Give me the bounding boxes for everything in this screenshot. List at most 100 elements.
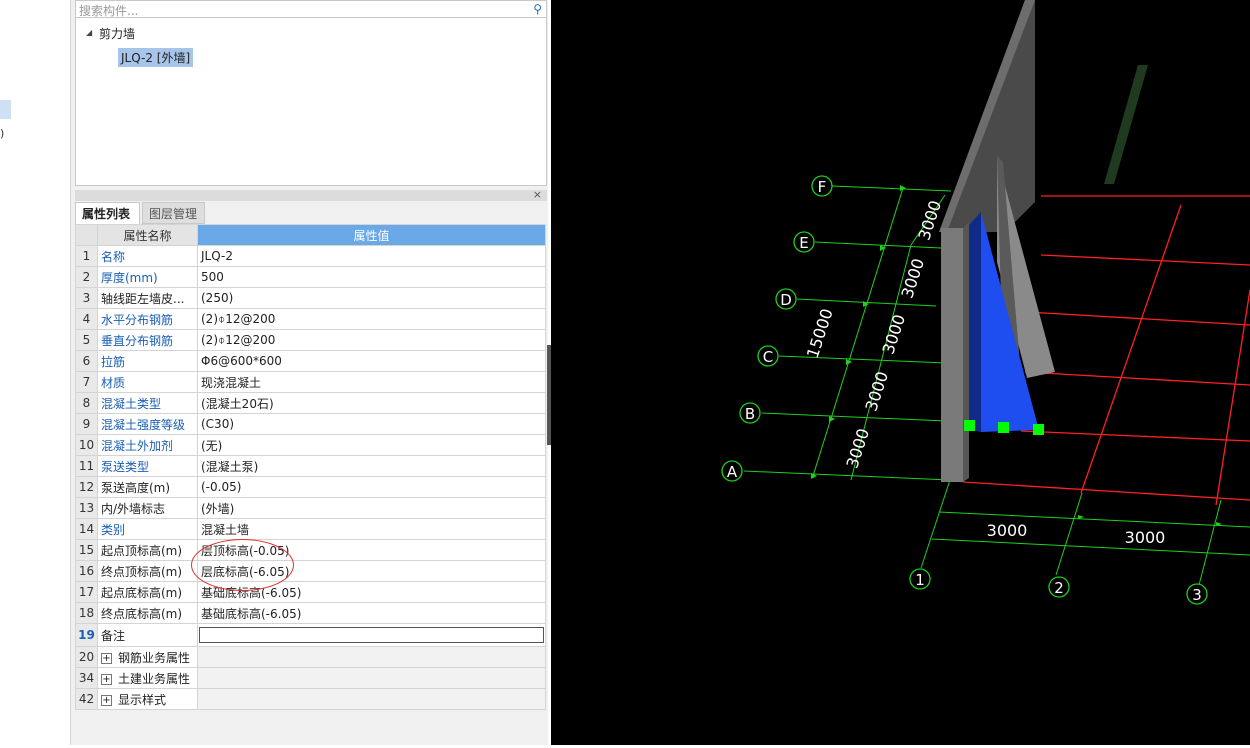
property-name: 混凝土类型	[97, 392, 198, 414]
close-icon[interactable]: ×	[533, 188, 542, 201]
index-header	[75, 224, 98, 246]
property-row[interactable]: 8 混凝土类型 (混凝土20石)	[75, 392, 546, 414]
property-row[interactable]: 16 终点顶标高(m) 层底标高(-6.05)	[75, 560, 546, 582]
name-header: 属性名称	[97, 224, 198, 246]
tab-property-list[interactable]: 属性列表	[75, 202, 140, 224]
green-grid-line	[1055, 492, 1083, 576]
property-row[interactable]: 14 类别 混凝土墙	[75, 518, 546, 540]
property-name: 泵送高度(m)	[97, 476, 198, 498]
row-index: 20	[75, 646, 98, 668]
group-name-cell[interactable]: + 土建业务属性	[97, 667, 198, 689]
property-row[interactable]: 10 混凝土外加剂 (无)	[75, 434, 546, 456]
group-name: 钢筋业务属性	[118, 650, 191, 665]
property-row[interactable]: 9 混凝土强度等级 (C30)	[75, 413, 546, 435]
grip-point[interactable]	[1033, 424, 1044, 435]
grip-point[interactable]	[998, 422, 1009, 433]
search-placeholder[interactable]: 搜索构件...	[79, 2, 138, 19]
green-grid-line	[743, 470, 951, 481]
property-value[interactable]: 混凝土墙	[197, 518, 546, 540]
property-row[interactable]: 18 终点底标高(m) 基础底标高(-6.05)	[75, 602, 546, 624]
row-index: 18	[75, 602, 98, 624]
property-name: 混凝土外加剂	[97, 434, 198, 456]
group-name-cell[interactable]: + 显示样式	[97, 688, 198, 710]
tab-layer-manager[interactable]: 图层管理	[142, 202, 205, 224]
property-value[interactable]: JLQ-2	[197, 245, 546, 267]
property-value[interactable]: (-0.05)	[197, 476, 546, 498]
property-value[interactable]: 现浇混凝土	[197, 371, 546, 393]
property-group-row[interactable]: 34 + 土建业务属性	[75, 667, 546, 689]
note-value-cell[interactable]	[197, 623, 546, 647]
property-row[interactable]: 1 名称 JLQ-2	[75, 245, 546, 267]
axis-label-E: E	[799, 234, 808, 252]
property-name: 内/外墙标志	[97, 497, 198, 519]
row-index: 14	[75, 518, 98, 540]
tree-item-jlq2[interactable]: JLQ-2 [外墙]	[118, 48, 194, 67]
property-value[interactable]: (无)	[197, 434, 546, 456]
property-name: 名称	[97, 245, 198, 267]
property-row[interactable]: 5 垂直分布钢筋 (2)⌽12@200	[75, 329, 546, 351]
property-row[interactable]: 6 拉筋 Φ6@600*600	[75, 350, 546, 372]
blue-wall-side	[969, 212, 981, 432]
property-value[interactable]: Φ6@600*600	[197, 350, 546, 372]
expand-plus-icon[interactable]: +	[101, 652, 112, 664]
property-group-row[interactable]: 42 + 显示样式	[75, 688, 546, 710]
tree-root-shear-wall[interactable]: 剪力墙	[99, 25, 135, 42]
property-row[interactable]: 4 水平分布钢筋 (2)⌽12@200	[75, 308, 546, 330]
grip-point[interactable]	[964, 420, 975, 431]
red-grid-line	[1024, 371, 1250, 386]
red-grid-line	[1040, 254, 1250, 266]
expand-plus-icon[interactable]: +	[101, 694, 112, 706]
property-value[interactable]: (混凝土泵)	[197, 455, 546, 477]
property-name: 拉筋	[97, 350, 198, 372]
3d-scene[interactable]: 3000 3000 3000 3000 3000 15000 3000 3000…	[551, 0, 1250, 745]
property-row[interactable]: 11 泵送类型 (混凝土泵)	[75, 455, 546, 477]
3d-viewport[interactable]: 3000 3000 3000 3000 3000 15000 3000 3000…	[551, 0, 1250, 745]
property-value[interactable]: (外墙)	[197, 497, 546, 519]
property-row[interactable]: 17 起点底标高(m) 基础底标高(-6.05)	[75, 581, 546, 603]
property-name: 厚度(mm)	[97, 266, 198, 288]
property-value[interactable]: (250)	[197, 287, 546, 309]
property-value[interactable]: (C30)	[197, 413, 546, 435]
property-row[interactable]: 2 厚度(mm) 500	[75, 266, 546, 288]
gray-column-side	[963, 222, 969, 482]
row-index: 6	[75, 350, 98, 372]
group-name-cell[interactable]: + 钢筋业务属性	[97, 646, 198, 668]
group-name: 土建业务属性	[118, 671, 191, 686]
property-row[interactable]: 7 材质 现浇混凝土	[75, 371, 546, 393]
collapse-triangle-icon[interactable]: ◢	[86, 28, 92, 37]
property-name: 混凝土强度等级	[97, 413, 198, 435]
dim-label-c: 3000	[861, 369, 892, 414]
search-icon[interactable]: ⚲	[533, 2, 542, 16]
row-index: 10	[75, 434, 98, 456]
gray-column	[941, 228, 963, 482]
expand-plus-icon[interactable]: +	[101, 673, 112, 685]
dim-label-f: 3000	[914, 198, 945, 243]
property-value[interactable]: 基础底标高(-6.05)	[197, 602, 546, 624]
property-value[interactable]: (混凝土20石)	[197, 392, 546, 414]
row-index: 34	[75, 667, 98, 689]
note-input[interactable]	[199, 627, 544, 643]
dim-label-d: 3000	[878, 312, 909, 357]
row-index: 17	[75, 581, 98, 603]
row-index: 8	[75, 392, 98, 414]
property-name: 垂直分布钢筋	[97, 329, 198, 351]
search-box[interactable]: 搜索构件... ⚲	[75, 0, 547, 18]
property-name: 轴线距左墙皮...	[97, 287, 198, 309]
row-index: 42	[75, 688, 98, 710]
property-value[interactable]: (2)⌽12@200	[197, 329, 546, 351]
property-value[interactable]: (2)⌽12@200	[197, 308, 546, 330]
selected-item-highlight[interactable]	[0, 100, 11, 119]
red-grid-line	[962, 481, 1250, 501]
property-value[interactable]: 500	[197, 266, 546, 288]
property-row[interactable]: 13 内/外墙标志 (外墙)	[75, 497, 546, 519]
property-row[interactable]: 15 起点顶标高(m) 层顶标高(-0.05)	[75, 539, 546, 561]
property-row-note[interactable]: 19 备注	[75, 623, 546, 647]
component-tree: ◢ 剪力墙 JLQ-2 [外墙]	[75, 18, 547, 186]
property-row[interactable]: 3 轴线距左墙皮... (250)	[75, 287, 546, 309]
property-group-row[interactable]: 20 + 钢筋业务属性	[75, 646, 546, 668]
green-grid-line	[814, 241, 942, 249]
property-row[interactable]: 12 泵送高度(m) (-0.05)	[75, 476, 546, 498]
row-index: 12	[75, 476, 98, 498]
row-index: 15	[75, 539, 98, 561]
axis-label-A: A	[727, 463, 738, 481]
